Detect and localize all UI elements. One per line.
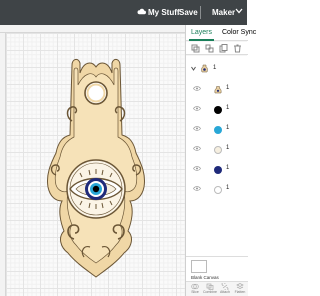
layer-label: 1	[226, 165, 230, 171]
layer-label: 1	[226, 145, 230, 151]
color-swatch[interactable]	[214, 166, 222, 174]
design-canvas[interactable]	[0, 25, 185, 296]
chevron-down-icon[interactable]	[235, 8, 243, 14]
cut-icon	[214, 86, 222, 94]
visibility-icon[interactable]	[193, 145, 201, 152]
cloud-icon	[137, 8, 146, 15]
pupil	[92, 185, 100, 193]
layer-label: 1	[226, 105, 230, 111]
visibility-icon[interactable]	[193, 165, 201, 172]
hamsa-design[interactable]	[0, 25, 185, 296]
save-button[interactable]: Save	[179, 8, 198, 17]
panel-tabs: Layers Color Sync	[186, 25, 256, 41]
layer-label: 1	[226, 125, 230, 131]
slice-button[interactable]: Slice	[188, 283, 202, 294]
ungroup-icon[interactable]	[205, 44, 214, 53]
attach-label: Attach	[220, 290, 230, 294]
color-swatch[interactable]	[214, 146, 222, 154]
attach-button[interactable]: Attach	[218, 283, 232, 294]
layer-row[interactable]: 1	[186, 180, 248, 199]
tab-color-sync[interactable]: Color Sync	[222, 29, 256, 36]
blank-canvas-label: Blank Canvas	[191, 275, 219, 280]
blank-canvas-row[interactable]: Blank Canvas	[186, 256, 248, 281]
slice-label: Slice	[191, 290, 199, 294]
attach-icon	[221, 283, 229, 290]
combine-button[interactable]: Combine	[203, 283, 217, 294]
hamsa-thumbnail-icon	[201, 64, 208, 73]
visibility-icon[interactable]	[193, 85, 201, 92]
chevron-down-icon[interactable]	[191, 66, 196, 71]
combine-icon	[206, 283, 214, 290]
layer-label: 1	[226, 85, 230, 91]
layer-group[interactable]: 1	[186, 62, 248, 76]
layer-row[interactable]: 1	[186, 100, 248, 119]
layer-row[interactable]: 1	[186, 140, 248, 159]
layers-panel: Layers Color Sync 1 1 1 1 1 1 1 Blank Ca…	[185, 25, 256, 296]
combine-label: Combine	[203, 290, 218, 294]
layer-row[interactable]: 1	[186, 120, 248, 139]
flatten-button[interactable]: Flatten	[233, 283, 247, 294]
layer-row[interactable]: 1	[186, 160, 248, 179]
slice-icon	[191, 283, 199, 290]
blank-canvas-swatch[interactable]	[191, 260, 207, 273]
visibility-icon[interactable]	[193, 185, 201, 192]
divider	[200, 6, 201, 19]
layer-label: 1	[226, 185, 230, 191]
duplicate-icon[interactable]	[219, 44, 228, 53]
flatten-label: Flatten	[234, 290, 246, 294]
layer-tools	[186, 42, 248, 55]
active-tab-indicator	[189, 39, 214, 41]
visibility-icon[interactable]	[193, 105, 201, 112]
bottom-tools: Slice Combine Attach Flatten	[186, 281, 248, 296]
machine-select[interactable]: Maker	[212, 8, 235, 17]
my-stuff-link[interactable]: My Stuff	[148, 8, 180, 17]
group-label: 1	[213, 65, 217, 71]
delete-icon[interactable]	[233, 44, 242, 53]
flatten-icon	[236, 283, 244, 289]
group-icon[interactable]	[191, 44, 200, 53]
layer-row[interactable]: 1	[186, 80, 248, 99]
color-swatch[interactable]	[214, 106, 222, 114]
top-bar: My Stuff Save Maker	[0, 0, 247, 25]
layer-list: 1 1 1 1 1 1 1	[186, 56, 248, 256]
color-swatch[interactable]	[214, 186, 222, 194]
visibility-icon[interactable]	[193, 125, 201, 132]
tab-layers[interactable]: Layers	[191, 29, 212, 36]
color-swatch[interactable]	[214, 126, 222, 134]
